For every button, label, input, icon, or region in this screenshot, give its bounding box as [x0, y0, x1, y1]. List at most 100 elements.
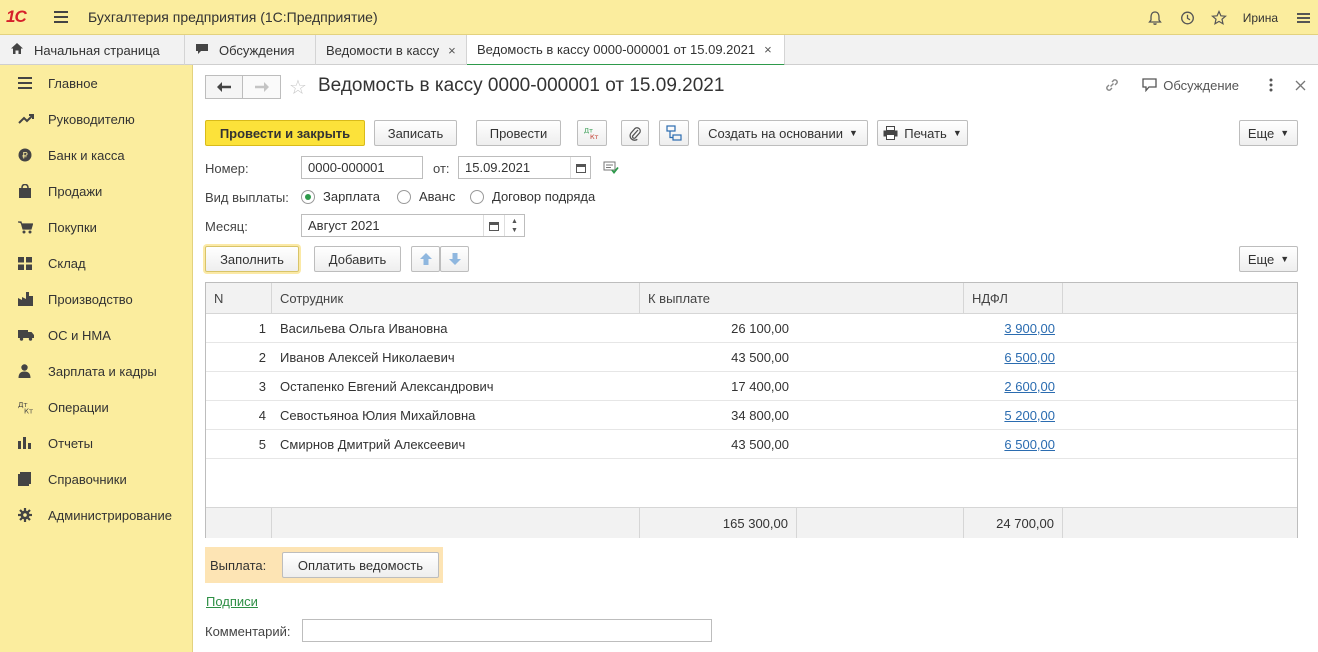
more-actions-icon[interactable]	[1269, 78, 1273, 92]
move-down-button[interactable]	[440, 246, 469, 272]
cell-ndfl-link[interactable]: 6 500,00	[1004, 437, 1055, 452]
dt-kt-button[interactable]: Дт Кт	[577, 120, 607, 146]
sidebar-item-label: Склад	[48, 255, 86, 271]
link-icon[interactable]	[1104, 77, 1120, 93]
history-icon[interactable]	[1171, 0, 1203, 35]
gear-icon	[18, 508, 48, 522]
main-menu-icon[interactable]	[54, 11, 68, 23]
add-button[interactable]: Добавить	[314, 246, 401, 272]
back-button[interactable]	[205, 75, 243, 99]
cell-ndfl-link[interactable]: 3 900,00	[1004, 321, 1055, 336]
tab-cash-statements[interactable]: Ведомости в кассу ×	[316, 35, 467, 65]
table-more-button[interactable]: Еще ▼	[1239, 246, 1298, 272]
cell-ndfl-link[interactable]: 2 600,00	[1004, 379, 1055, 394]
forward-button[interactable]	[243, 75, 281, 99]
attachment-button[interactable]	[621, 120, 649, 146]
factory-icon	[18, 292, 48, 306]
signatures-link[interactable]: Подписи	[206, 594, 258, 609]
sidebar-item-main[interactable]: Главное	[0, 65, 192, 101]
document-history-icon[interactable]	[603, 160, 619, 177]
column-n[interactable]: N	[206, 283, 272, 314]
sidebar-item-directories[interactable]: Справочники	[0, 461, 192, 497]
column-empty	[1063, 283, 1297, 314]
print-button[interactable]: Печать ▼	[877, 120, 968, 146]
cell-n: 1	[258, 321, 266, 336]
app-header: 1С Бухгалтерия предприятия (1С:Предприят…	[0, 0, 1318, 35]
sidebar-item-operations[interactable]: Дт Кт Операции	[0, 389, 192, 425]
payment-type-label: Вид выплаты:	[205, 190, 289, 205]
cell-n: 3	[258, 379, 266, 394]
user-name[interactable]: Ирина	[1243, 11, 1278, 25]
table-row[interactable]: 1 Васильева Ольга Ивановна 26 100,00 3 9…	[206, 314, 1297, 343]
cell-to-pay: 43 500,00	[731, 437, 789, 452]
fill-button[interactable]: Заполнить	[205, 246, 299, 272]
close-icon[interactable]: ×	[764, 42, 772, 57]
more-button[interactable]: Еще ▼	[1239, 120, 1298, 146]
table-row[interactable]: 4 Севостьяноа Юлия Михайловна 34 800,00 …	[206, 401, 1297, 430]
settings-menu-icon[interactable]	[1288, 0, 1318, 35]
caret-down-icon: ▼	[1280, 254, 1290, 264]
sidebar-item-manager[interactable]: Руководителю	[0, 101, 192, 137]
radio-contract[interactable]: Договор подряда	[470, 189, 595, 204]
home-icon	[10, 42, 24, 58]
cart-icon	[18, 220, 48, 234]
column-ndfl[interactable]: НДФЛ	[964, 283, 1063, 314]
person-icon	[18, 364, 48, 378]
radio-advance[interactable]: Аванс	[397, 189, 455, 204]
radio-salary[interactable]: Зарплата	[301, 189, 380, 204]
sidebar-item-reports[interactable]: Отчеты	[0, 425, 192, 461]
cell-ndfl-link[interactable]: 6 500,00	[1004, 350, 1055, 365]
pay-statement-button[interactable]: Оплатить ведомость	[282, 552, 439, 578]
tab-discussions-label: Обсуждения	[219, 42, 295, 58]
close-icon[interactable]: ×	[448, 43, 456, 58]
table-row[interactable]: 3 Остапенко Евгений Александрович 17 400…	[206, 372, 1297, 401]
save-button[interactable]: Записать	[374, 120, 457, 146]
comment-field[interactable]	[302, 619, 712, 642]
discussion-button[interactable]: Обсуждение	[1142, 78, 1239, 93]
sidebar-item-administration[interactable]: Администрирование	[0, 497, 192, 533]
sidebar-item-sales[interactable]: Продажи	[0, 173, 192, 209]
column-employee[interactable]: Сотрудник	[272, 283, 640, 314]
table-row[interactable]: 2 Иванов Алексей Николаевич 43 500,00 6 …	[206, 343, 1297, 372]
cell-employee: Остапенко Евгений Александрович	[280, 379, 494, 394]
tab-discussions[interactable]: Обсуждения	[185, 35, 316, 65]
month-spinner[interactable]: ▲ ▼	[504, 215, 524, 236]
sidebar-item-label: Главное	[48, 75, 98, 91]
tab-home[interactable]: Начальная страница	[0, 35, 185, 65]
sidebar-item-salary[interactable]: Зарплата и кадры	[0, 353, 192, 389]
menu-icon	[18, 77, 48, 89]
total-to-pay: 165 300,00	[640, 508, 797, 538]
cell-ndfl-link[interactable]: 5 200,00	[1004, 408, 1055, 423]
favorites-star-icon[interactable]	[1203, 0, 1235, 35]
sidebar-item-bank[interactable]: ₽ Банк и касса	[0, 137, 192, 173]
sidebar-item-label: Банк и касса	[48, 147, 125, 163]
date-field[interactable]: 15.09.2021	[458, 156, 591, 179]
sidebar-item-warehouse[interactable]: Склад	[0, 245, 192, 281]
printer-icon	[883, 126, 898, 140]
sidebar-item-purchases[interactable]: Покупки	[0, 209, 192, 245]
month-field[interactable]: Август 2021 ▲ ▼	[301, 214, 525, 237]
sidebar-item-fixed-assets[interactable]: ОС и НМА	[0, 317, 192, 353]
bell-icon[interactable]	[1139, 0, 1171, 35]
app-logo[interactable]: 1С	[6, 7, 44, 27]
post-and-close-button[interactable]: Провести и закрыть	[205, 120, 365, 146]
table-footer: 165 300,00 24 700,00	[206, 507, 1297, 538]
column-to-pay[interactable]: К выплате	[640, 283, 964, 314]
employees-table: N Сотрудник К выплате НДФЛ 1 Васильева О…	[205, 282, 1298, 538]
favorite-star-icon[interactable]: ☆	[289, 75, 307, 100]
radio-contract-label: Договор подряда	[492, 189, 596, 204]
move-up-button[interactable]	[411, 246, 440, 272]
calendar-icon[interactable]	[483, 215, 503, 236]
close-icon[interactable]	[1295, 80, 1306, 91]
svg-text:Кт: Кт	[590, 133, 599, 140]
chat-icon	[1142, 78, 1157, 92]
sidebar-item-production[interactable]: Производство	[0, 281, 192, 317]
post-button[interactable]: Провести	[476, 120, 561, 146]
tab-current-document[interactable]: Ведомость в кассу 0000-000001 от 15.09.2…	[467, 35, 785, 66]
table-row[interactable]: 5 Смирнов Дмитрий Алексеевич 43 500,00 6…	[206, 430, 1297, 459]
number-field[interactable]: 0000-000001	[301, 156, 423, 179]
create-based-on-button[interactable]: Создать на основании ▼	[698, 120, 868, 146]
structure-button[interactable]	[659, 120, 689, 146]
calendar-icon[interactable]	[570, 157, 590, 178]
cell-n: 5	[258, 437, 266, 452]
